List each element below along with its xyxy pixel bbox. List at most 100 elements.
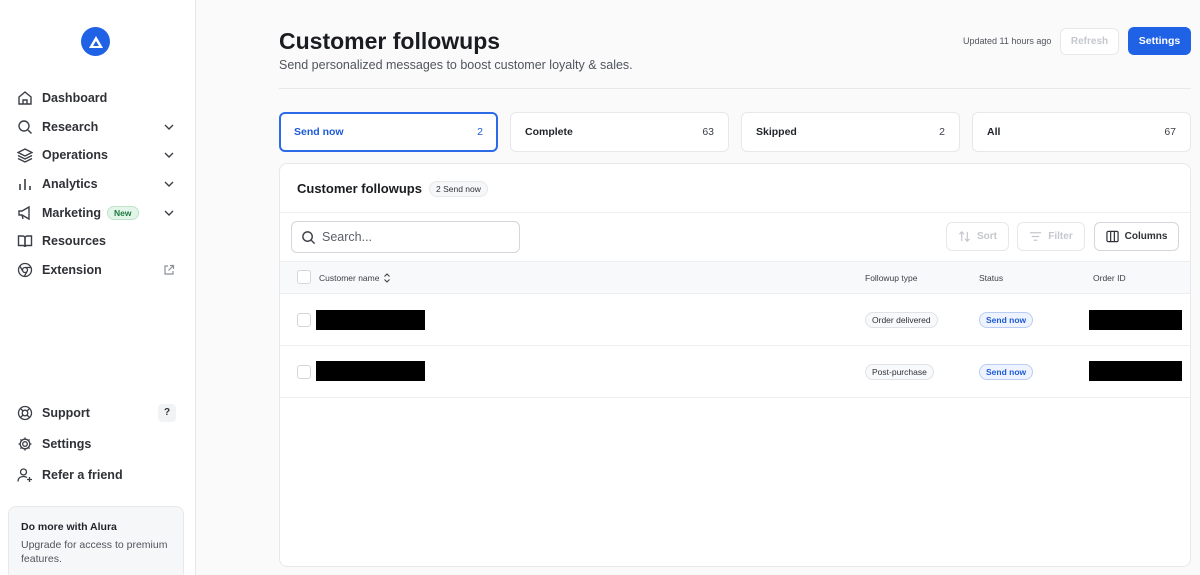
chevron-down-icon[interactable] xyxy=(162,120,176,134)
search-icon xyxy=(16,118,34,136)
upgrade-promo[interactable]: Do more with Alura Upgrade for access to… xyxy=(8,506,184,575)
logo-mark-icon xyxy=(88,35,103,48)
sidebar-item-extension[interactable]: Extension xyxy=(0,256,196,285)
filter-button[interactable]: Filter xyxy=(1017,222,1085,251)
sidebar-item-research[interactable]: Research xyxy=(0,113,196,142)
chrome-icon xyxy=(16,261,34,279)
user-plus-icon xyxy=(16,466,34,484)
tab-complete[interactable]: Complete 63 xyxy=(510,112,729,152)
card-title: Customer followups xyxy=(297,181,422,196)
table-row[interactable]: Post-purchase Send now xyxy=(280,346,1190,398)
send-now-count-badge: 2 Send now xyxy=(429,181,488,197)
column-header-order-id: Order ID xyxy=(1093,273,1126,283)
sidebar: Dashboard Research Operations Analytics … xyxy=(0,0,196,575)
sidebar-item-analytics[interactable]: Analytics xyxy=(0,170,196,199)
select-all-checkbox[interactable] xyxy=(297,270,311,284)
followup-type-badge: Order delivered xyxy=(865,312,938,328)
settings-button[interactable]: Settings xyxy=(1128,27,1191,55)
updated-timestamp: Updated 11 hours ago xyxy=(963,36,1052,46)
tab-label: Send now xyxy=(294,126,344,138)
chevron-down-icon[interactable] xyxy=(162,206,176,220)
redacted-customer-name xyxy=(316,310,425,330)
page-title: Customer followups xyxy=(279,28,501,54)
search-box[interactable] xyxy=(291,221,520,253)
row-checkbox[interactable] xyxy=(297,313,311,327)
sidebar-item-resources[interactable]: Resources xyxy=(0,227,196,256)
filter-label: Filter xyxy=(1048,231,1073,242)
column-header-label: Customer name xyxy=(319,273,380,283)
sidebar-item-refer-a-friend[interactable]: Refer a friend xyxy=(0,460,196,491)
sort-icon xyxy=(958,230,971,243)
sidebar-item-label: Analytics xyxy=(42,177,98,192)
external-link-icon[interactable] xyxy=(162,263,176,277)
column-header-label: Order ID xyxy=(1093,273,1126,283)
columns-label: Columns xyxy=(1124,231,1168,242)
sidebar-item-label: Resources xyxy=(42,234,106,249)
help-shortcut-badge: ? xyxy=(158,403,176,422)
promo-title: Do more with Alura xyxy=(21,521,117,533)
sort-button[interactable]: Sort xyxy=(946,222,1009,251)
gear-icon xyxy=(16,435,34,453)
refresh-button[interactable]: Refresh xyxy=(1060,28,1119,55)
sidebar-item-label: Research xyxy=(42,119,99,134)
page-subtitle: Send personalized messages to boost cust… xyxy=(279,58,633,72)
card-header: Customer followups 2 Send now xyxy=(280,164,1190,213)
sort-label: Sort xyxy=(977,231,997,242)
row-checkbox[interactable] xyxy=(297,365,311,379)
table-row[interactable]: Order delivered Send now xyxy=(280,294,1190,346)
tab-label: Complete xyxy=(525,126,573,138)
chevron-down-icon[interactable] xyxy=(162,177,176,191)
sidebar-item-label: Extension xyxy=(42,262,102,277)
sidebar-nav: Dashboard Research Operations Analytics … xyxy=(0,84,196,284)
lifebuoy-icon xyxy=(16,404,34,422)
column-header-status: Status xyxy=(979,273,1003,283)
table-header: Customer name Followup type Status Order… xyxy=(280,261,1190,294)
sidebar-item-label: Support xyxy=(42,405,90,420)
book-icon xyxy=(16,232,34,250)
column-header-customer-name[interactable]: Customer name xyxy=(319,273,391,283)
megaphone-icon xyxy=(16,204,34,222)
alura-logo[interactable] xyxy=(81,27,110,56)
sidebar-item-dashboard[interactable]: Dashboard xyxy=(0,84,196,113)
layers-icon xyxy=(16,146,34,164)
new-badge: New xyxy=(107,205,139,220)
tab-send-now[interactable]: Send now 2 xyxy=(279,112,498,152)
tab-count: 67 xyxy=(1164,126,1176,138)
search-icon xyxy=(301,230,316,245)
sidebar-item-label: Marketing xyxy=(42,205,102,220)
chevron-down-icon[interactable] xyxy=(162,148,176,162)
tab-all[interactable]: All 67 xyxy=(972,112,1191,152)
search-input[interactable] xyxy=(322,230,502,244)
home-icon xyxy=(16,89,34,107)
sidebar-item-label: Operations xyxy=(42,148,108,163)
bar-chart-icon xyxy=(16,175,34,193)
status-badge: Send now xyxy=(979,312,1034,328)
redacted-order-id xyxy=(1089,361,1182,381)
filter-icon xyxy=(1029,230,1042,243)
status-badge: Send now xyxy=(979,364,1034,380)
tab-count: 2 xyxy=(477,126,483,138)
sidebar-item-label: Dashboard xyxy=(42,91,108,106)
sidebar-item-operations[interactable]: Operations xyxy=(0,141,196,170)
column-header-label: Status xyxy=(979,273,1004,283)
column-header-label: Followup type xyxy=(865,273,918,283)
sidebar-item-support[interactable]: Support ? xyxy=(0,397,196,428)
sidebar-item-label: Refer a friend xyxy=(42,468,123,483)
column-header-followup-type: Followup type xyxy=(865,273,917,283)
columns-button[interactable]: Columns xyxy=(1094,222,1179,251)
tab-count: 2 xyxy=(939,126,945,138)
redacted-customer-name xyxy=(316,361,425,381)
header-divider xyxy=(279,88,1191,89)
sidebar-item-label: Settings xyxy=(42,436,92,451)
redacted-order-id xyxy=(1089,310,1182,330)
followup-type-badge: Post-purchase xyxy=(865,364,934,380)
sort-toggle-icon xyxy=(383,273,391,283)
followups-card: Customer followups 2 Send now Sort Filte… xyxy=(279,163,1191,567)
sidebar-bottom-nav: Support ? Settings Refer a friend xyxy=(0,397,196,491)
tab-skipped[interactable]: Skipped 2 xyxy=(741,112,960,152)
sidebar-item-marketing[interactable]: Marketing New xyxy=(0,198,196,227)
sidebar-item-settings[interactable]: Settings xyxy=(0,428,196,459)
promo-text: Upgrade for access to premium features. xyxy=(21,539,168,565)
columns-icon xyxy=(1105,230,1119,243)
tab-label: All xyxy=(987,126,1001,138)
